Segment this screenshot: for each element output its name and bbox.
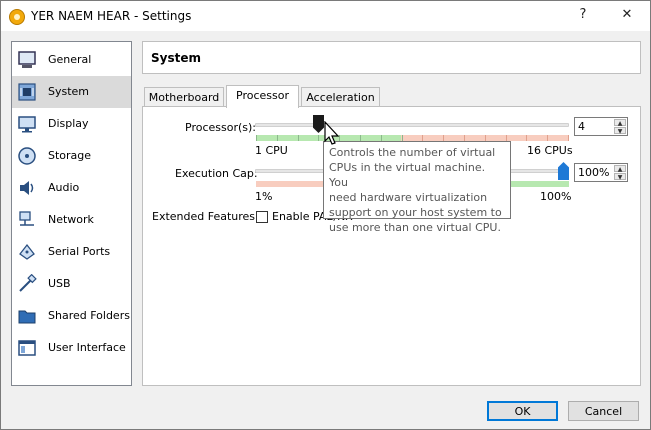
processor-count-spinbox[interactable]: 4 ▲ ▼	[574, 117, 628, 136]
settings-sidebar: General System Display Storage Audio Net…	[11, 41, 132, 386]
close-button[interactable]: ✕	[617, 7, 637, 25]
page-title: System	[151, 51, 201, 65]
execution-cap-label: Execution Cap:	[175, 167, 258, 180]
processor-min-label: 1 CPU	[255, 144, 288, 157]
sidebar-item-label: Display	[48, 117, 89, 130]
storage-icon	[18, 147, 36, 165]
sidebar-item-storage[interactable]: Storage	[12, 140, 131, 172]
serial-ports-icon	[19, 243, 35, 260]
execution-cap-spin-buttons: ▲ ▼	[614, 165, 626, 181]
user-interface-icon	[18, 340, 36, 356]
enable-pae-nx-checkbox[interactable]	[256, 211, 268, 223]
processor-slider-tick	[318, 135, 319, 141]
tab-motherboard[interactable]: Motherboard	[144, 87, 224, 108]
sidebar-item-label: Network	[48, 213, 94, 226]
system-icon	[18, 83, 36, 101]
processor-slider-tick	[298, 135, 299, 141]
sidebar-item-label: General	[48, 53, 92, 66]
sidebar-item-label: USB	[48, 277, 71, 290]
execution-cap-value: 100%	[578, 166, 610, 179]
execution-cap-spin-down-button[interactable]: ▼	[614, 173, 626, 181]
sidebar-item-label: Serial Ports	[48, 245, 111, 258]
sidebar-item-display[interactable]: Display	[12, 108, 131, 140]
sidebar-item-label: System	[48, 85, 90, 98]
sidebar-item-label: User Interface	[48, 341, 126, 354]
processor-count-label: Processor(s):	[185, 121, 257, 134]
mouse-cursor-icon	[324, 121, 340, 145]
shared-folders-icon	[18, 310, 36, 324]
processor-spin-buttons: ▲ ▼	[614, 119, 626, 135]
sidebar-item-user-interface[interactable]: User Interface	[12, 332, 131, 364]
extended-features-label: Extended Features:	[152, 210, 259, 223]
display-icon	[18, 116, 36, 133]
tab-processor[interactable]: Processor	[226, 85, 299, 108]
sidebar-item-system[interactable]: System	[12, 76, 131, 108]
cancel-button[interactable]: Cancel	[568, 401, 639, 421]
processor-slider-tick	[256, 135, 257, 141]
processor-slider-track[interactable]	[255, 123, 569, 127]
processor-tooltip: Controls the number of virtual CPUs in t…	[323, 141, 511, 234]
sidebar-item-label: Storage	[48, 149, 92, 162]
processor-slider-tick	[526, 135, 527, 141]
processor-count-value: 4	[578, 120, 585, 133]
usb-icon	[19, 274, 37, 292]
general-icon	[18, 51, 36, 68]
sidebar-item-shared-folders[interactable]: Shared Folders	[12, 300, 131, 332]
title-bar: YER NAEM HEAR - Settings ? ✕	[1, 1, 650, 31]
sidebar-item-general[interactable]: General	[12, 44, 131, 76]
execution-cap-min-label: 1%	[255, 190, 273, 203]
network-icon	[19, 211, 34, 226]
window-title: YER NAEM HEAR - Settings	[31, 9, 192, 23]
section-header: System	[142, 41, 641, 74]
processor-max-label: 16 CPUs	[527, 144, 573, 157]
processor-spin-up-button[interactable]: ▲	[614, 119, 626, 127]
tab-bar: Motherboard Processor Acceleration	[142, 85, 641, 108]
processor-slider-tick	[277, 135, 278, 141]
sidebar-item-network[interactable]: Network	[12, 204, 131, 236]
processor-slider-tick	[568, 135, 569, 141]
sidebar-item-usb[interactable]: USB	[12, 268, 131, 300]
execution-cap-spin-up-button[interactable]: ▲	[614, 165, 626, 173]
ok-button[interactable]: OK	[487, 401, 558, 421]
processor-spin-down-button[interactable]: ▼	[614, 127, 626, 135]
execution-cap-low-zone	[256, 181, 326, 187]
execution-cap-max-label: 100%	[540, 190, 572, 203]
help-button[interactable]: ?	[573, 7, 593, 25]
execution-cap-spinbox[interactable]: 100% ▲ ▼	[574, 163, 628, 182]
settings-window: YER NAEM HEAR - Settings ? ✕ General Sys…	[0, 0, 651, 430]
processor-slider-tick	[547, 135, 548, 141]
sidebar-item-label: Audio	[48, 181, 80, 194]
audio-icon	[20, 181, 34, 195]
sidebar-item-serial-ports[interactable]: Serial Ports	[12, 236, 131, 268]
tab-acceleration[interactable]: Acceleration	[301, 87, 380, 108]
sidebar-item-audio[interactable]: Audio	[12, 172, 131, 204]
virtualbox-app-icon	[9, 9, 25, 25]
sidebar-item-label: Shared Folders	[48, 309, 130, 322]
